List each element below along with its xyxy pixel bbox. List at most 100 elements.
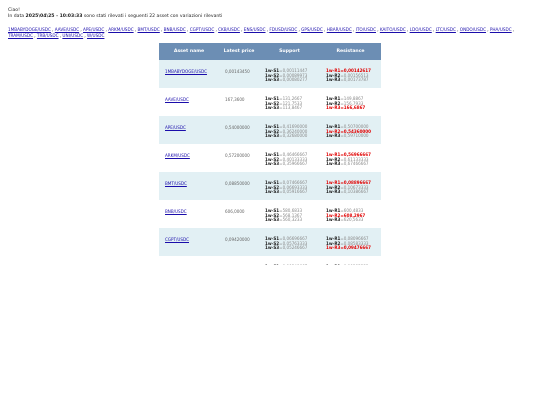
cell-resistance: 1w-R1=149,8867 1w-R2=156,7933 1w-R3=166,68… [320,88,381,116]
resistance-level-value: 0,10386667 [343,189,369,195]
asset-link[interactable]: BNB/USDC [164,27,186,32]
resistance-level-label: 1w-R3 [326,105,341,111]
cell-asset: BNB/USDC [159,200,219,228]
asset-link[interactable]: UNI/USDC [62,33,83,38]
cell-support: 1w-S1=0,00111447 1w-S2=0,00089973 1w-S3=0,… [259,60,320,88]
asset-link[interactable]: W/USDC [87,33,104,38]
asset-name-link[interactable]: CGPT/USDC [165,237,189,242]
support-level: 1w-S3=560,3233 [265,217,303,223]
asset-link[interactable]: ONDO/USDC [460,27,486,32]
resistance-level-value: 0,67466667 [343,161,369,167]
table-row: CGPT/USDC 0,09420000 1w-S1=0,06696667 1w-S2… [159,228,381,256]
asset-links: 1MBABYDOGE/USDC, AAVE/USDC, APE/USDC, AR… [8,27,515,38]
support-level-value: 560,3233 [282,217,303,223]
asset-name-link[interactable]: ARKM/USDC [165,153,190,158]
resistance-level-label: 1w-R3 [326,189,341,195]
table-row: 1MBABYDOGE/USDC 0,00143450 1w-S1=0,0011144… [159,60,381,88]
resistance-level-label: 1w-R3 [326,133,341,139]
cell-resistance: 1w-R1=0,56966667 1w-R2=0,61133333 1w-R3=0,… [320,144,381,172]
cell-asset: APE/USDC [159,116,219,144]
asset-link[interactable]: AAVE/USDC [55,27,79,32]
header-asset-name: Asset name [159,43,219,60]
support-level: 1w-S3=0,05916667 [265,189,308,195]
support-level-value: 0,00080277 [282,77,308,83]
table-row: AAVE/USDC 167,3600 1w-S1=131,2667 1w-S2=121… [159,88,381,116]
asset-link[interactable]: ITO/USDC [356,27,376,32]
header-resistance: Resistance [320,43,381,60]
greeting: Ciao! In data 2025\04\25 - 10:03:33 sono… [8,8,222,20]
asset-link[interactable]: BMT/USDC [137,27,159,32]
cell-latest-price: 0,00143450 [219,60,259,88]
cell-resistance: 1w-R1=600,4833 1w-R2=608,2967 1w-R3=620,56… [320,200,381,228]
asset-link[interactable]: KAITO/USDC [380,27,406,32]
asset-link[interactable]: TRAM/USDC [8,33,33,38]
support-level-value: 0,35966667 [282,161,308,167]
cell-latest-price: 0,00418100 [219,256,259,265]
asset-link[interactable]: 1MBABYDOGE/USDC [8,27,51,32]
asset-link[interactable]: FDUSD/USDC [269,27,297,32]
asset-name-link[interactable]: BMT/USDC [165,181,187,186]
asset-link[interactable]: PHA/USDC [490,27,512,32]
resistance-level-value: 0,00173787 [343,77,369,83]
cell-asset: CGPT/USDC [159,228,219,256]
support-level: 1w-S3=0,32680000 [265,133,308,139]
resistance-level-label: 1w-R3 [326,245,341,251]
cell-latest-price: 606,0000 [219,200,259,228]
asset-link[interactable]: LTC/USDC [436,27,456,32]
resistance-level: 1w-R3=0,10386667 [326,189,369,195]
cell-asset: AAVE/USDC [159,88,219,116]
resistance-level-label: 1w-R3 [326,77,341,83]
support-level-value: 0,05916667 [282,189,308,195]
cell-latest-price: 167,3600 [219,88,259,116]
asset-link[interactable]: APE/USDC [83,27,104,32]
header-support: Support [259,43,320,60]
asset-name-link[interactable]: 1MBABYDOGE/USDC [165,69,207,74]
cell-support: 1w-S1=0,07466667 1w-S2=0,06693333 1w-S3=0,… [259,172,320,200]
asset-link[interactable]: CGPT/USDC [190,27,215,32]
asset-name-link[interactable]: BNB/USDC [165,209,187,214]
resistance-level: 1w-R3=620,5633 [326,217,364,223]
asset-link[interactable]: GPS/USDC [301,27,323,32]
support-level-label: 1w-S1 [265,264,279,265]
support-level-label: 1w-S3 [265,161,280,167]
cell-resistance: 1w-R1=0,08896667 1w-R2=0,10673333 1w-R3=0,… [320,172,381,200]
resistance-level-value: 0,00385333 [344,264,369,265]
resistance-level-label: 1w-R1 [326,264,340,265]
asset-table-viewport[interactable]: Asset name Latest price Support Resistan… [159,43,381,265]
table-header-row: Asset name Latest price Support Resistan… [159,43,381,60]
resistance-level: 1w-R3=0,59710000 [326,133,369,139]
asset-link[interactable]: LDO/USDC [410,27,432,32]
cell-asset: CKB/USDC [159,256,219,265]
table-row: APE/USDC 0,54000000 1w-S1=0,41690000 1w-S2=… [159,116,381,144]
table-body: 1MBABYDOGE/USDC 0,00143450 1w-S1=0,0011144… [159,60,381,265]
support-level-label: 1w-S3 [265,105,280,111]
cell-support: 1w-S1=0,003486671w-S2=0,003233331w-S3=0,… [259,256,320,265]
asset-name-link[interactable]: APE/USDC [165,125,186,130]
greeting-suffix: sono stati rilevati i seguenti 22 asset … [82,14,223,19]
asset-link[interactable]: CKB/USDC [218,27,240,32]
asset-link[interactable]: TRB/USDC [37,33,59,38]
resistance-level-value: 0,09476667 [343,245,371,251]
cell-support: 1w-S1=0,46466667 1w-S2=0,40133333 1w-S3=0,… [259,144,320,172]
cell-support: 1w-S1=0,41690000 1w-S2=0,36240000 1w-S3=0,… [259,116,320,144]
asset-link[interactable]: ENS/USDC [244,27,266,32]
asset-link[interactable]: ARKM/USDC [108,27,133,32]
asset-name-link[interactable]: AAVE/USDC [165,97,189,102]
table-row: ARKM/USDC 0,57200000 1w-S1=0,46466667 1w-S2… [159,144,381,172]
support-level: 1w-S3=0,35966667 [265,161,308,167]
cell-latest-price: 0,57200000 [219,144,259,172]
resistance-level-value: 620,5633 [343,217,364,223]
table-row: BMT/USDC 0,08850000 1w-S1=0,07466667 1w-S2=… [159,172,381,200]
resistance-level-label: 1w-R3 [326,217,341,223]
support-level-value: 113,8467 [282,105,303,111]
greeting-datetime: 2025\04\25 - 10:03:33 [25,14,83,19]
resistance-level-label: 1w-R3 [326,161,341,167]
cell-latest-price: 0,08850000 [219,172,259,200]
cell-latest-price: 0,54000000 [219,116,259,144]
cell-support: 1w-S1=131,2667 1w-S2=121,7533 1w-S3=113,84… [259,88,320,116]
cell-asset: ARKM/USDC [159,144,219,172]
support-level-label: 1w-S3 [265,77,280,83]
resistance-level: 1w-R3=0,67466667 [326,161,369,167]
support-level: 1w-S3=0,00080277 [265,77,308,83]
asset-link[interactable]: HBAR/USDC [327,27,352,32]
